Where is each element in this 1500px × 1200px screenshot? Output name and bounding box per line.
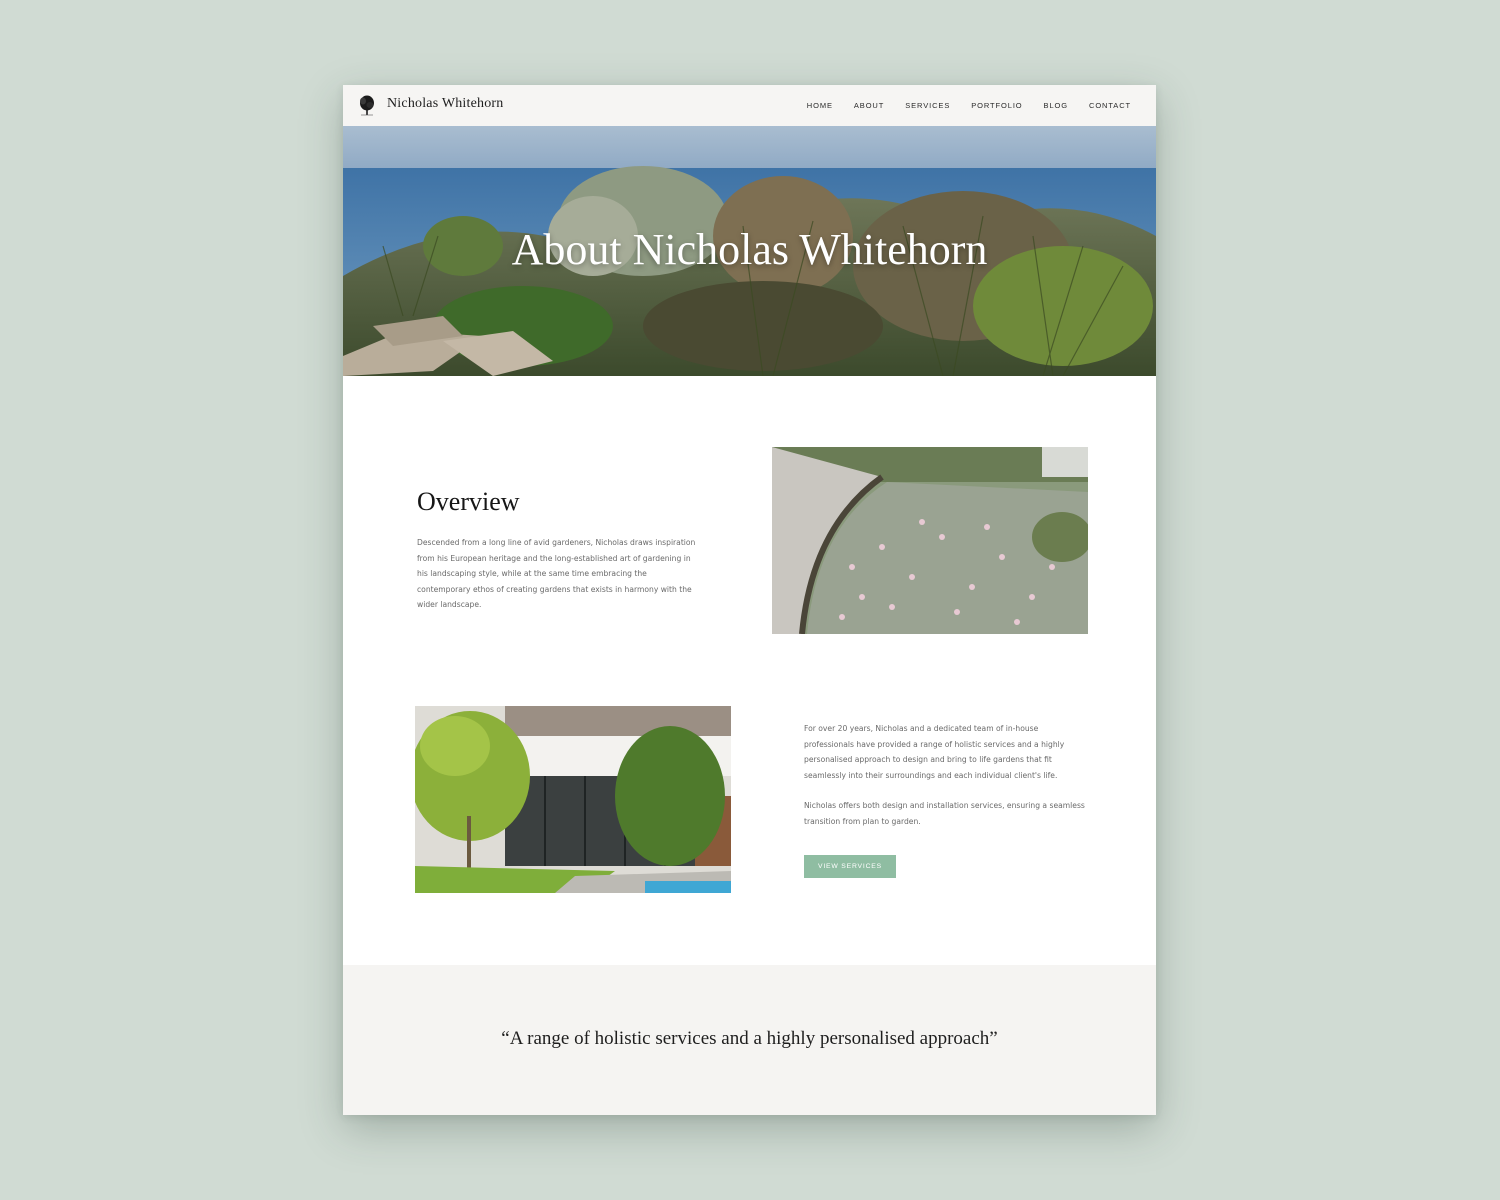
nav-services[interactable]: SERVICES [905, 101, 950, 110]
overview-paragraph: Descended from a long line of avid garde… [417, 538, 696, 610]
nav-contact[interactable]: CONTACT [1089, 101, 1131, 110]
main-nav: HOME ABOUT SERVICES PORTFOLIO BLOG CONTA… [807, 85, 1131, 126]
tree-logo-icon[interactable] [357, 94, 377, 118]
brand-name[interactable]: Nicholas Whitehorn [387, 96, 503, 112]
services-paragraph-2: Nicholas offers both design and installa… [804, 801, 1085, 826]
view-services-button[interactable]: VIEW SERVICES [804, 855, 896, 878]
nav-portfolio[interactable]: PORTFOLIO [971, 101, 1022, 110]
site-header: Nicholas Whitehorn HOME ABOUT SERVICES P… [343, 85, 1156, 126]
nav-home[interactable]: HOME [807, 101, 833, 110]
nav-about[interactable]: ABOUT [854, 101, 884, 110]
flower-bed-image [772, 447, 1088, 634]
quote-text: “A range of holistic services and a high… [501, 1028, 998, 1049]
overview-heading: Overview [417, 487, 520, 516]
quote-section: “A range of holistic services and a high… [343, 965, 1156, 1115]
services-paragraph-1: For over 20 years, Nicholas and a dedica… [804, 724, 1065, 780]
hero-title: About Nicholas Whitehorn [511, 225, 988, 274]
hero-banner: About Nicholas Whitehorn [343, 126, 1156, 376]
nav-blog[interactable]: BLOG [1044, 101, 1068, 110]
modern-house-image [415, 706, 731, 893]
website-page: Nicholas Whitehorn HOME ABOUT SERVICES P… [343, 85, 1156, 1115]
